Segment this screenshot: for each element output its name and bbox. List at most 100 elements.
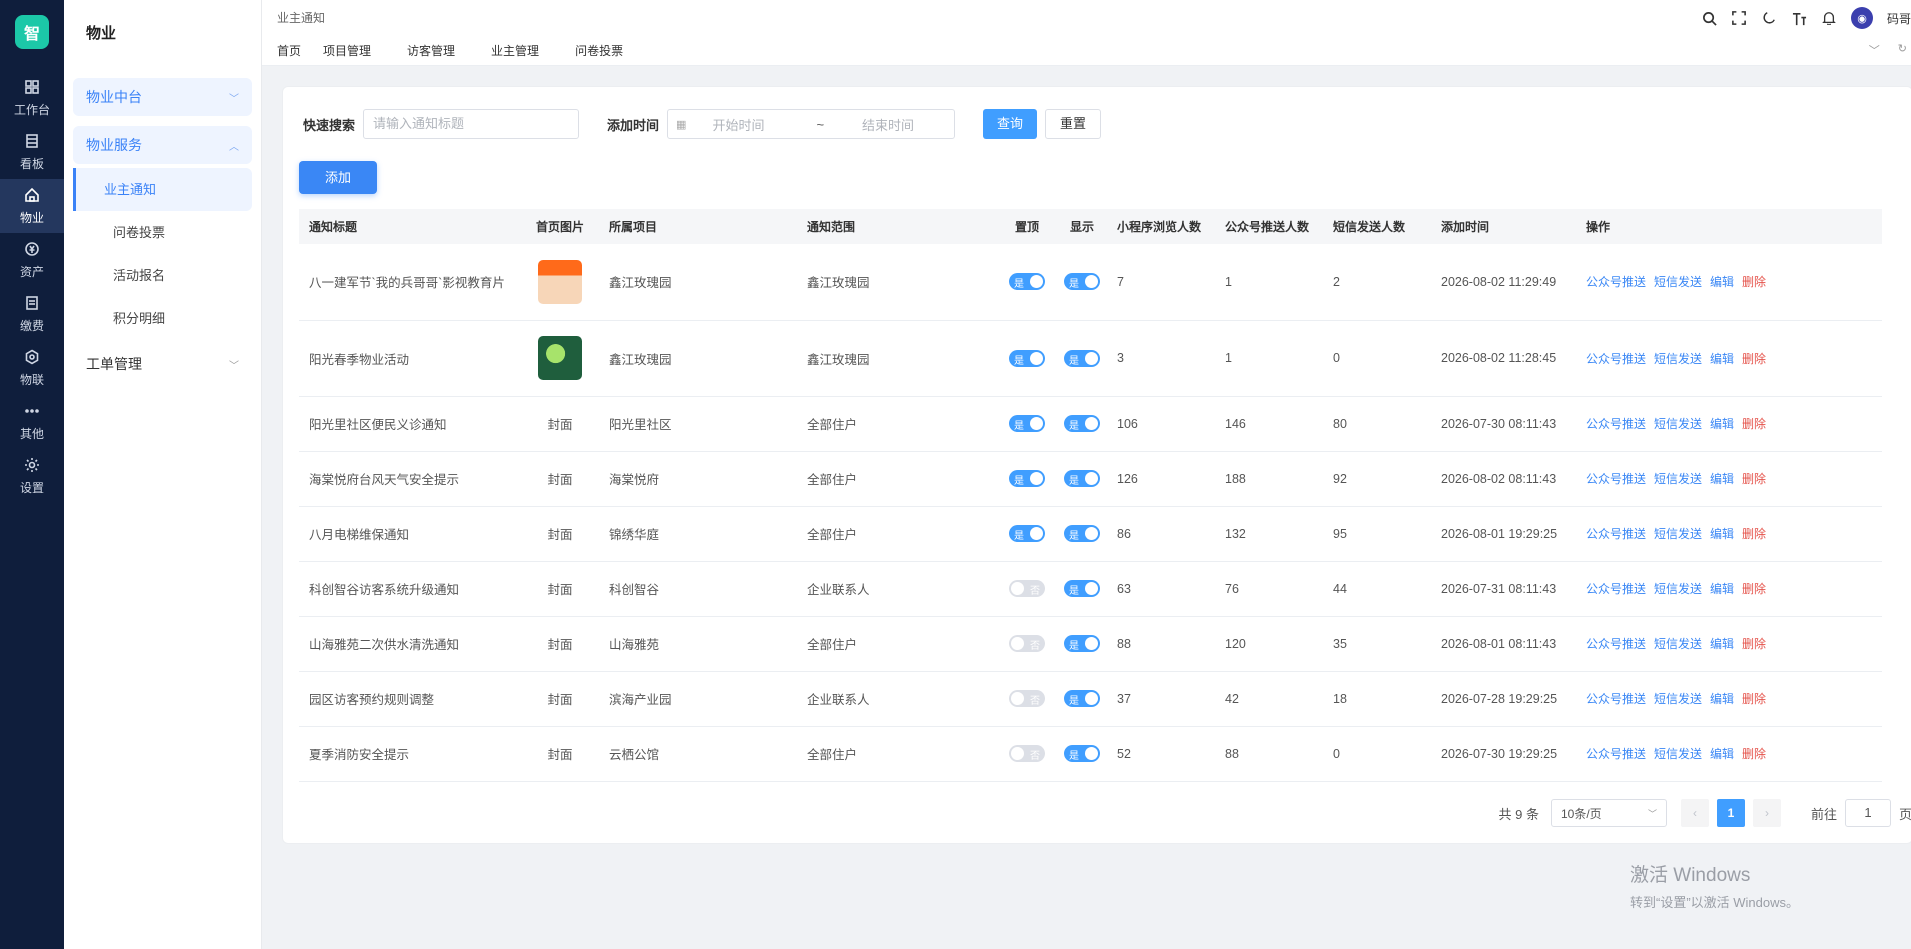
delete-link[interactable]: 删除	[1742, 275, 1766, 289]
menu-item-survey[interactable]: 问卷投票	[73, 211, 252, 254]
chevron-down-icon[interactable]: ﹀	[1869, 42, 1880, 58]
send-sms-link[interactable]: 短信发送	[1654, 352, 1702, 366]
push-official-account-link[interactable]: 公众号推送	[1586, 275, 1646, 289]
edit-link[interactable]: 编辑	[1710, 527, 1734, 541]
font-size-icon[interactable]	[1791, 10, 1807, 26]
rail-item-2[interactable]: 物业	[0, 179, 64, 233]
user-name[interactable]: 码哥	[1887, 10, 1911, 27]
end-date-input[interactable]: 结束时间	[862, 115, 914, 134]
show-toggle[interactable]: 是	[1064, 349, 1100, 367]
delete-link[interactable]: 删除	[1742, 637, 1766, 651]
push-official-account-link[interactable]: 公众号推送	[1586, 747, 1646, 761]
next-page-button[interactable]: ›	[1752, 799, 1781, 827]
delete-link[interactable]: 删除	[1742, 692, 1766, 706]
add-button[interactable]: 添加	[299, 161, 377, 194]
switch-label: 是	[1014, 355, 1024, 367]
push-official-account-link[interactable]: 公众号推送	[1586, 692, 1646, 706]
edit-link[interactable]: 编辑	[1710, 352, 1734, 366]
delete-link[interactable]: 删除	[1742, 747, 1766, 761]
push-official-account-link[interactable]: 公众号推送	[1586, 417, 1646, 431]
pin-toggle[interactable]: 是	[1009, 349, 1045, 367]
show-toggle[interactable]: 是	[1064, 745, 1100, 762]
rail-item-6[interactable]: 其他	[0, 395, 64, 449]
pin-toggle[interactable]: 否	[1009, 745, 1045, 762]
delete-link[interactable]: 删除	[1742, 417, 1766, 431]
show-toggle[interactable]: 是	[1064, 635, 1100, 652]
menu-group-property-service[interactable]: 物业服务 ︿	[73, 126, 252, 164]
edit-link[interactable]: 编辑	[1710, 417, 1734, 431]
cover-thumbnail[interactable]	[538, 259, 582, 304]
pin-toggle[interactable]: 是	[1009, 273, 1045, 291]
tab-survey[interactable]: 问卷投票	[575, 42, 623, 59]
bell-icon[interactable]	[1821, 10, 1837, 26]
send-sms-link[interactable]: 短信发送	[1654, 692, 1702, 706]
delete-link[interactable]: 删除	[1742, 582, 1766, 596]
rail-item-7[interactable]: 设置	[0, 449, 64, 503]
refresh-icon[interactable]: ↻	[1898, 42, 1907, 58]
menu-item-points[interactable]: 积分明细	[73, 297, 252, 340]
pin-toggle[interactable]: 否	[1009, 635, 1045, 652]
menu-item-activity[interactable]: 活动报名	[73, 254, 252, 297]
page-number-current[interactable]: 1	[1716, 799, 1745, 827]
push-official-account-link[interactable]: 公众号推送	[1586, 582, 1646, 596]
rail-item-0[interactable]: 工作台	[0, 71, 64, 125]
edit-link[interactable]: 编辑	[1710, 692, 1734, 706]
fullscreen-icon[interactable]	[1731, 10, 1747, 26]
tab-visitor[interactable]: 访客管理	[407, 42, 455, 59]
pin-toggle[interactable]: 是	[1009, 415, 1045, 432]
edit-link[interactable]: 编辑	[1710, 275, 1734, 289]
app-logo[interactable]: 智	[15, 15, 49, 49]
start-date-input[interactable]: 开始时间	[712, 115, 764, 134]
show-toggle[interactable]: 是	[1064, 273, 1100, 291]
edit-link[interactable]: 编辑	[1710, 747, 1734, 761]
moon-icon[interactable]	[1761, 10, 1777, 26]
page-size-select[interactable]: 10条/页 ﹀	[1550, 799, 1667, 827]
menu-group-property-center[interactable]: 物业中台 ﹀	[73, 78, 252, 116]
send-sms-link[interactable]: 短信发送	[1654, 527, 1702, 541]
push-official-account-link[interactable]: 公众号推送	[1586, 472, 1646, 486]
rail-item-1[interactable]: 看板	[0, 125, 64, 179]
show-toggle[interactable]: 是	[1064, 525, 1100, 542]
pin-toggle[interactable]: 否	[1009, 690, 1045, 707]
send-sms-link[interactable]: 短信发送	[1654, 275, 1702, 289]
send-sms-link[interactable]: 短信发送	[1654, 637, 1702, 651]
rail-item-4[interactable]: 缴费	[0, 287, 64, 341]
goto-page-input[interactable]: 1	[1844, 799, 1891, 827]
cover-thumbnail[interactable]	[538, 336, 582, 380]
prev-page-button[interactable]: ‹	[1680, 799, 1709, 827]
edit-link[interactable]: 编辑	[1710, 637, 1734, 651]
tab-owner[interactable]: 业主管理	[491, 42, 539, 59]
show-toggle[interactable]: 是	[1064, 580, 1100, 597]
search-icon[interactable]	[1701, 10, 1717, 26]
edit-link[interactable]: 编辑	[1710, 472, 1734, 486]
show-toggle[interactable]: 是	[1064, 470, 1100, 487]
send-sms-link[interactable]: 短信发送	[1654, 747, 1702, 761]
avatar[interactable]: ◉	[1851, 7, 1873, 29]
delete-link[interactable]: 删除	[1742, 472, 1766, 486]
tab-project[interactable]: 项目管理	[323, 42, 371, 59]
date-range-picker[interactable]: ▦ 开始时间 ~ 结束时间	[667, 109, 956, 139]
send-sms-link[interactable]: 短信发送	[1654, 417, 1702, 431]
edit-link[interactable]: 编辑	[1710, 582, 1734, 596]
menu-item-owner-notice[interactable]: 业主通知	[73, 168, 252, 211]
pin-toggle[interactable]: 是	[1009, 470, 1045, 487]
send-sms-link[interactable]: 短信发送	[1654, 472, 1702, 486]
rail-item-3[interactable]: 资产	[0, 233, 64, 287]
tab-home[interactable]: 首页	[277, 42, 301, 59]
pin-toggle[interactable]: 否	[1009, 580, 1045, 597]
send-sms-link[interactable]: 短信发送	[1654, 582, 1702, 596]
title-search-input[interactable]: 请输入通知标题	[363, 109, 580, 139]
menu-group-work-order[interactable]: 工单管理 ﹀	[73, 344, 252, 384]
rail-item-5[interactable]: 物联	[0, 341, 64, 395]
show-toggle[interactable]: 是	[1064, 690, 1100, 707]
pin-toggle[interactable]: 是	[1009, 525, 1045, 542]
show-cell: 是	[1057, 616, 1107, 672]
reset-button[interactable]: 重置	[1045, 109, 1102, 139]
show-toggle[interactable]: 是	[1064, 415, 1100, 432]
delete-link[interactable]: 删除	[1742, 352, 1766, 366]
query-button[interactable]: 查询	[983, 109, 1038, 139]
push-official-account-link[interactable]: 公众号推送	[1586, 352, 1646, 366]
push-official-account-link[interactable]: 公众号推送	[1586, 527, 1646, 541]
push-official-account-link[interactable]: 公众号推送	[1586, 637, 1646, 651]
delete-link[interactable]: 删除	[1742, 527, 1766, 541]
